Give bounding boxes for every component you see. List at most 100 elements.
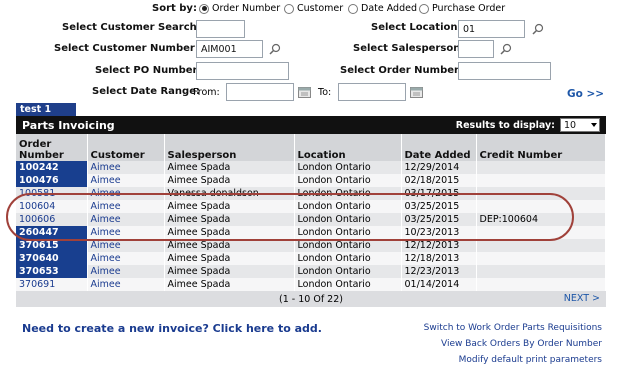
customer-cell[interactable]: Aimee: [87, 265, 165, 278]
order-number-cell[interactable]: 100604: [16, 200, 88, 213]
date-added-cell: 12/12/2013: [401, 239, 477, 252]
salesperson-input[interactable]: [458, 40, 494, 58]
order-number-cell[interactable]: 260447: [16, 226, 88, 239]
customer-cell[interactable]: Aimee: [87, 239, 165, 252]
order-number-cell[interactable]: 370691: [16, 278, 88, 291]
footer-links: Switch to Work Order Parts Requisitions …: [424, 320, 602, 368]
table-row[interactable]: 100476 Aimee Aimee Spada London Ontario 02/1…: [16, 174, 606, 187]
po-number-input[interactable]: [196, 62, 289, 80]
calendar-icon[interactable]: [298, 86, 311, 98]
salesperson-cell: Aimee Spada: [164, 226, 295, 239]
date-added-cell: 03/17/2015: [401, 187, 477, 200]
column-order-number[interactable]: Order Number: [16, 134, 88, 161]
customer-search-input[interactable]: [196, 20, 245, 38]
radio-icon: [419, 3, 429, 14]
po-number-label: Select PO Number:: [95, 65, 202, 76]
column-date-added[interactable]: Date Added: [401, 134, 477, 161]
switch-work-order-link[interactable]: Switch to Work Order Parts Requisitions: [424, 320, 602, 336]
results-select-value: 10: [564, 119, 577, 131]
from-date-input[interactable]: [226, 83, 294, 101]
order-number-cell[interactable]: 100581: [16, 187, 88, 200]
date-added-cell: 01/14/2014: [401, 278, 477, 291]
salesperson-cell: Aimee Spada: [164, 265, 295, 278]
table-row[interactable]: 100581 Aimee Vanessa donaldson London Ontar…: [16, 187, 606, 200]
credit-number-cell: [476, 187, 606, 200]
salesperson-cell: Aimee Spada: [164, 252, 295, 265]
customer-number-input[interactable]: [196, 40, 263, 58]
create-invoice-link[interactable]: Need to create a new invoice? Click here…: [22, 322, 322, 335]
order-number-cell[interactable]: 100476: [16, 174, 88, 187]
results-grid: test 1 Parts Invoicing Results to displa…: [16, 103, 606, 307]
radio-icon: [199, 3, 209, 14]
customer-cell[interactable]: Aimee: [87, 213, 165, 226]
table-row[interactable]: 370640 Aimee Aimee Spada London Ontario 12/1…: [16, 252, 606, 265]
table-row[interactable]: 100242 Aimee Aimee Spada London Ontario 12/2…: [16, 161, 606, 174]
table-row[interactable]: 370691 Aimee Aimee Spada London Ontario 01/1…: [16, 278, 606, 291]
grid-title: Parts Invoicing: [22, 118, 115, 132]
table-row[interactable]: 100604 Aimee Aimee Spada London Ontario 03/2…: [16, 200, 606, 213]
salesperson-cell: Aimee Spada: [164, 200, 295, 213]
tab-test-1[interactable]: test 1: [16, 103, 76, 116]
customer-cell[interactable]: Aimee: [87, 187, 165, 200]
credit-number-cell: DEP:100604: [476, 213, 606, 226]
calendar-icon[interactable]: [410, 86, 423, 98]
salesperson-cell: Aimee Spada: [164, 174, 295, 187]
view-back-orders-link[interactable]: View Back Orders By Order Number: [424, 336, 602, 352]
order-number-cell[interactable]: 370653: [16, 265, 88, 278]
results-select[interactable]: 10: [560, 118, 600, 132]
location-cell: London Ontario: [294, 200, 402, 213]
credit-number-cell: [476, 252, 606, 265]
go-button[interactable]: Go >>: [567, 88, 604, 100]
results-to-display: Results to display: 10: [456, 118, 600, 132]
order-number-cell[interactable]: 370615: [16, 239, 88, 252]
customer-cell[interactable]: Aimee: [87, 252, 165, 265]
column-credit-number[interactable]: Credit Number: [476, 134, 606, 161]
date-range-label: Select Date Range:: [92, 86, 200, 97]
credit-number-cell: [476, 161, 606, 174]
to-date-input[interactable]: [338, 83, 406, 101]
modify-print-parameters-link[interactable]: Modify default print parameters: [424, 352, 602, 368]
location-cell: London Ontario: [294, 278, 402, 291]
order-number-cell[interactable]: 370640: [16, 252, 88, 265]
location-cell: London Ontario: [294, 213, 402, 226]
order-number-input[interactable]: [458, 62, 551, 80]
radio-icon: [284, 3, 294, 14]
credit-number-cell: [476, 226, 606, 239]
salesperson-search-icon[interactable]: [500, 43, 512, 55]
location-cell: London Ontario: [294, 174, 402, 187]
radio-icon: [348, 3, 358, 14]
credit-number-cell: [476, 239, 606, 252]
sort-option-purchase-order[interactable]: Purchase Order: [419, 3, 505, 14]
salesperson-cell: Aimee Spada: [164, 213, 295, 226]
location-input[interactable]: [458, 20, 525, 38]
table-row[interactable]: 100606 Aimee Aimee Spada London Ontario 03/2…: [16, 213, 606, 226]
next-page-link[interactable]: NEXT >: [564, 293, 600, 304]
customer-cell[interactable]: Aimee: [87, 278, 165, 291]
from-label: From:: [193, 87, 220, 98]
location-cell: London Ontario: [294, 239, 402, 252]
order-number-cell[interactable]: 100606: [16, 213, 88, 226]
sort-option-customer[interactable]: Customer: [284, 3, 343, 14]
customer-cell[interactable]: Aimee: [87, 174, 165, 187]
customer-cell[interactable]: Aimee: [87, 161, 165, 174]
column-customer[interactable]: Customer: [87, 134, 165, 161]
order-number-cell[interactable]: 100242: [16, 161, 88, 174]
column-salesperson[interactable]: Salesperson: [164, 134, 295, 161]
customer-cell[interactable]: Aimee: [87, 200, 165, 213]
results-label: Results to display:: [455, 119, 555, 131]
customer-number-search-icon[interactable]: [269, 43, 281, 55]
location-cell: London Ontario: [294, 252, 402, 265]
sort-option-date-added[interactable]: Date Added: [348, 3, 417, 14]
customer-number-label: Select Customer Number:: [54, 43, 199, 54]
table-row[interactable]: 370615 Aimee Aimee Spada London Ontario 12/1…: [16, 239, 606, 252]
date-added-cell: 12/29/2014: [401, 161, 477, 174]
location-search-icon[interactable]: [532, 23, 544, 35]
table-row[interactable]: 260447 Aimee Aimee Spada London Ontario 10/2…: [16, 226, 606, 239]
column-location[interactable]: Location: [294, 134, 402, 161]
salesperson-cell: Vanessa donaldson: [164, 187, 295, 200]
date-added-cell: 12/23/2013: [401, 265, 477, 278]
customer-cell[interactable]: Aimee: [87, 226, 165, 239]
table-row[interactable]: 370653 Aimee Aimee Spada London Ontario 12/2…: [16, 265, 606, 278]
sort-option-order-number[interactable]: Order Number: [199, 3, 280, 14]
sort-option-label: Purchase Order: [432, 3, 506, 14]
